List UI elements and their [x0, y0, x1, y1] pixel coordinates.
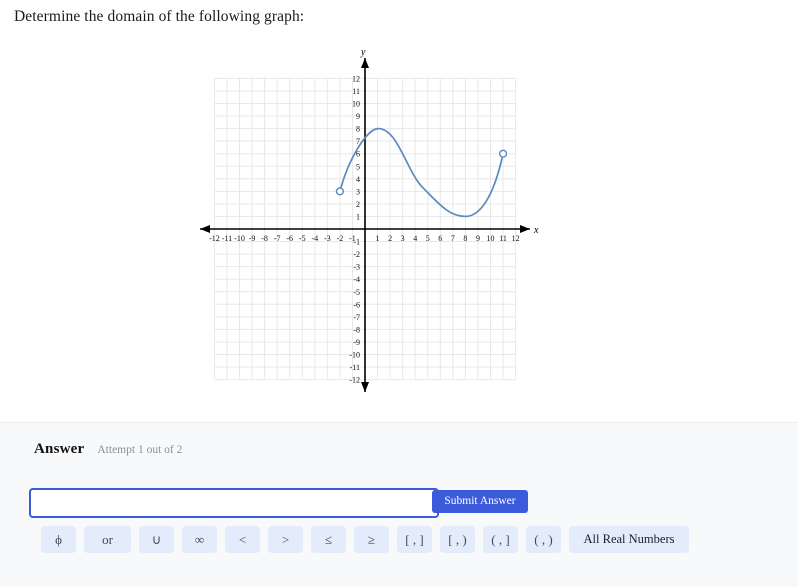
answer-input[interactable]	[29, 488, 439, 518]
svg-text:1: 1	[356, 212, 360, 221]
svg-text:-8: -8	[261, 234, 268, 243]
symbol-button-right-closed-interval[interactable]: ( , ]	[483, 526, 518, 553]
coordinate-graph: -12 -11 -10 -9 -8 -7 -6 -5 -4 -3 -2 -1 1 2 3 4 5 6 7 8 9 10 11…	[196, 44, 544, 396]
svg-text:-5: -5	[299, 234, 306, 243]
svg-text:6: 6	[438, 234, 442, 243]
svg-text:-7: -7	[353, 313, 360, 322]
svg-text:3: 3	[356, 187, 360, 196]
svg-text:8: 8	[356, 125, 360, 134]
svg-text:12: 12	[512, 234, 520, 243]
svg-text:10: 10	[352, 100, 360, 109]
svg-text:7: 7	[451, 234, 455, 243]
svg-text:-6: -6	[353, 300, 360, 309]
symbol-button-all-real-numbers[interactable]: All Real Numbers	[569, 526, 689, 553]
svg-text:-5: -5	[353, 288, 360, 297]
svg-text:-8: -8	[353, 325, 360, 334]
svg-text:-12: -12	[209, 234, 220, 243]
svg-text:-11: -11	[350, 363, 360, 372]
symbol-button-union[interactable]: ∪	[139, 526, 174, 553]
symbol-button-infinity[interactable]: ∞	[182, 526, 217, 553]
svg-text:-1: -1	[353, 238, 360, 247]
svg-text:2: 2	[356, 200, 360, 209]
svg-text:11: 11	[499, 234, 507, 243]
svg-text:3: 3	[401, 234, 405, 243]
svg-text:-4: -4	[311, 234, 318, 243]
symbol-button-greater-than[interactable]: >	[268, 526, 303, 553]
symbol-button-open-interval[interactable]: ( , )	[526, 526, 561, 553]
svg-text:-11: -11	[222, 234, 232, 243]
svg-text:11: 11	[352, 87, 360, 96]
svg-text:2: 2	[388, 234, 392, 243]
symbol-button-left-closed-interval[interactable]: [ , )	[440, 526, 475, 553]
svg-text:-10: -10	[234, 234, 245, 243]
svg-text:5: 5	[356, 162, 360, 171]
symbol-keypad: ϕ or ∪ ∞ < > ≤ ≥ [ , ] [ , ) ( , ] ( , ) All Real Nu…	[41, 526, 697, 553]
svg-text:4: 4	[413, 234, 417, 243]
svg-text:10: 10	[487, 234, 495, 243]
svg-text:-2: -2	[337, 234, 344, 243]
svg-text:9: 9	[356, 112, 360, 121]
symbol-button-closed-interval[interactable]: [ , ]	[397, 526, 432, 553]
answer-header: Answer Attempt 1 out of 2	[34, 441, 182, 458]
symbol-button-empty-set[interactable]: ϕ	[41, 526, 76, 553]
x-axis-label: x	[533, 225, 539, 236]
symbol-button-or[interactable]: or	[84, 526, 131, 553]
y-axis-label: y	[360, 47, 366, 58]
endpoint-markers	[335, 149, 508, 196]
svg-text:-12: -12	[349, 376, 360, 385]
symbol-button-less-than-or-equal[interactable]: ≤	[311, 526, 346, 553]
symbol-button-less-than[interactable]: <	[225, 526, 260, 553]
attempt-counter: Attempt 1 out of 2	[97, 444, 183, 456]
svg-text:8: 8	[463, 234, 467, 243]
svg-text:5: 5	[426, 234, 430, 243]
svg-text:-9: -9	[249, 234, 256, 243]
svg-text:1: 1	[376, 234, 380, 243]
svg-text:-3: -3	[324, 234, 331, 243]
svg-text:12: 12	[352, 74, 360, 83]
svg-text:-9: -9	[353, 338, 360, 347]
symbol-button-greater-than-or-equal[interactable]: ≥	[354, 526, 389, 553]
question-prompt: Determine the domain of the following gr…	[14, 8, 305, 25]
submit-answer-button[interactable]: Submit Answer	[432, 490, 528, 513]
svg-text:-6: -6	[286, 234, 293, 243]
graph-svg: -12 -11 -10 -9 -8 -7 -6 -5 -4 -3 -2 -1 1 2 3 4 5 6 7 8 9 10 11…	[200, 47, 539, 392]
exercise-page: Determine the domain of the following gr…	[0, 0, 798, 587]
svg-text:9: 9	[476, 234, 480, 243]
svg-text:4: 4	[356, 175, 360, 184]
svg-text:-3: -3	[353, 263, 360, 272]
answer-title: Answer	[34, 441, 85, 457]
svg-text:-7: -7	[274, 234, 281, 243]
svg-text:-2: -2	[353, 250, 360, 259]
svg-text:-10: -10	[349, 351, 360, 360]
svg-text:-4: -4	[353, 275, 360, 284]
